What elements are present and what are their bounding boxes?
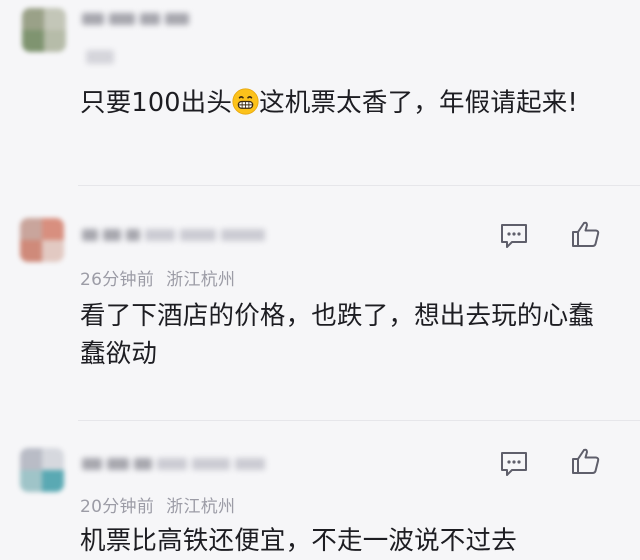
comment-meta: 26分钟前 浙江杭州 [80,265,235,290]
thumbs-up-icon[interactable] [570,446,602,476]
username[interactable] [82,10,189,28]
thumbs-up-icon[interactable] [570,219,602,249]
comment-item-1: 只要100出头 这机票太香了，年假请起来! [0,0,640,190]
comment-text: 看了下酒店的价格，也跌了，想出去玩的心蠢蠢欲动 [80,301,595,369]
avatar[interactable] [20,218,64,262]
avatar[interactable] [22,8,66,52]
comment-icon[interactable] [498,449,530,479]
divider [78,420,640,421]
divider [78,185,640,186]
comment-icon[interactable] [498,221,530,251]
comment-time: 20分钟前 [80,497,155,517]
comment-location: 浙江杭州 [166,497,236,517]
comment-text: 只要100出头 这机票太香了，年假请起来! [80,88,578,118]
user-subtitle [86,50,114,64]
comment-time: 26分钟前 [80,270,155,290]
username[interactable] [82,226,265,244]
comment-text: 机票比高铁还便宜，不走一波说不过去 [80,526,517,556]
grinning-face-emoji [232,88,259,115]
comment-location: 浙江杭州 [166,270,236,290]
comment-meta: 20分钟前 浙江杭州 [80,492,235,517]
avatar[interactable] [20,448,64,492]
username[interactable] [82,455,265,473]
